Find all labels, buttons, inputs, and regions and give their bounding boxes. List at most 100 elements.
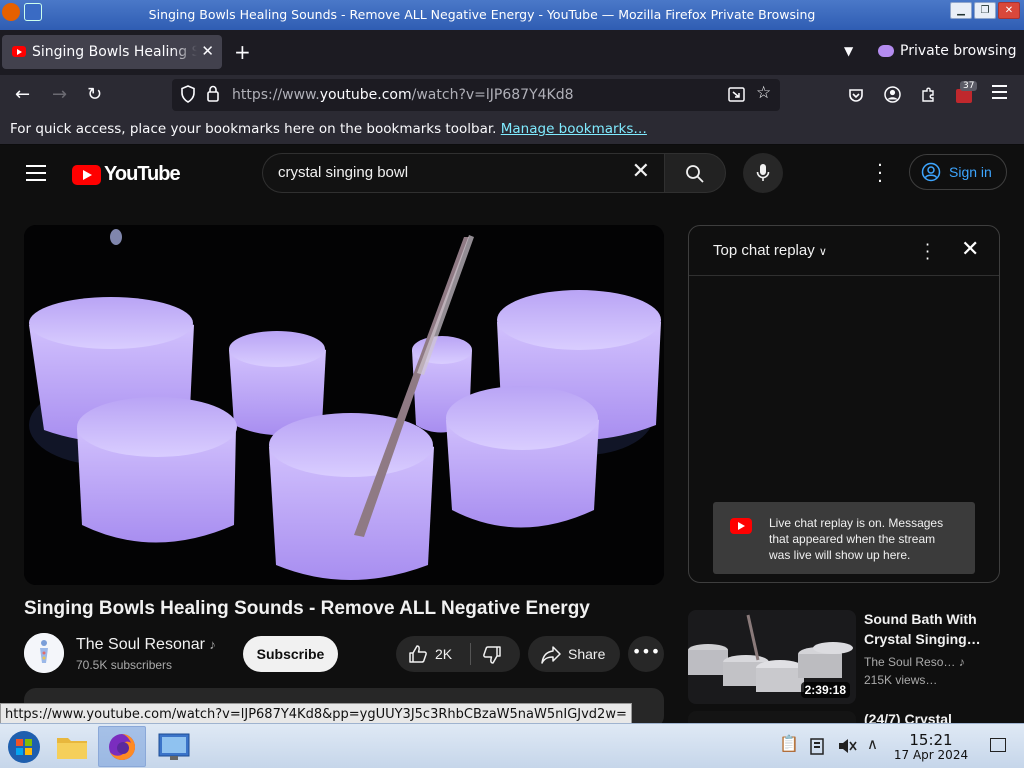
- like-divider: [470, 643, 471, 665]
- link-status-url: https://www.youtube.com/watch?v=lJP687Y4…: [0, 703, 632, 725]
- subscriber-count: 70.5K subscribers: [76, 658, 173, 672]
- thumbs-down-icon[interactable]: [482, 645, 502, 665]
- forward-arrow-icon[interactable]: →: [52, 85, 67, 105]
- bookmarks-empty-message: For quick access, place your bookmarks h…: [10, 121, 647, 137]
- share-arrow-icon: [541, 646, 561, 664]
- tracking-shield-icon[interactable]: [180, 85, 196, 103]
- user-circle-icon: [921, 162, 941, 182]
- tab-close-icon[interactable]: ✕: [201, 42, 214, 60]
- subscribe-button[interactable]: Subscribe: [243, 636, 338, 672]
- share-label: Share: [568, 646, 606, 662]
- private-mask-icon: [878, 45, 894, 57]
- voice-search-button[interactable]: [743, 153, 783, 193]
- show-hidden-icons-chevron-icon[interactable]: ∧: [867, 735, 878, 753]
- youtube-play-logo-icon: [72, 164, 101, 185]
- video-player[interactable]: [24, 225, 664, 585]
- guide-menu-icon[interactable]: [26, 165, 46, 181]
- chat-more-icon[interactable]: · · ·: [925, 237, 930, 267]
- app-menu-hamburger-icon[interactable]: [992, 85, 1007, 99]
- url-bar[interactable]: https://www.youtube.com/watch?v=lJP687Y4…: [172, 79, 780, 111]
- list-all-tabs-chevron-icon[interactable]: ▼: [844, 44, 853, 58]
- manage-bookmarks-link[interactable]: Manage bookmarks…: [501, 121, 647, 137]
- music-note-icon: ♪: [958, 655, 965, 669]
- navigation-toolbar: ← → ↻ https://www.youtube.com/watch?v=lJ…: [0, 75, 1024, 115]
- ublock-extension-icon[interactable]: [956, 89, 972, 103]
- firefox-taskbar-button[interactable]: [98, 726, 146, 767]
- back-arrow-icon[interactable]: ←: [15, 85, 30, 105]
- url-text: https://www.youtube.com/watch?v=lJP687Y4…: [232, 87, 574, 103]
- clear-search-icon[interactable]: ✕: [632, 159, 650, 184]
- chat-header: Top chat replay ∨ · · · ✕: [689, 226, 999, 276]
- windows-start-orb-icon: [8, 731, 40, 763]
- youtube-notice-icon: [730, 518, 752, 534]
- youtube-favicon-icon: [12, 46, 26, 57]
- music-note-icon: ♪: [209, 637, 216, 652]
- thumbs-up-icon[interactable]: [408, 644, 428, 664]
- close-chat-icon[interactable]: ✕: [961, 237, 979, 262]
- clipboard-tray-icon[interactable]: 📋: [779, 734, 799, 753]
- new-tab-plus-icon[interactable]: +: [234, 42, 251, 62]
- chat-notice-text: Live chat replay is on. Messages that ap…: [769, 516, 944, 562]
- channel-avatar[interactable]: [24, 633, 64, 673]
- like-count: 2K: [435, 646, 453, 662]
- firefox-icon: [109, 734, 135, 760]
- like-dislike-group: 2K: [396, 636, 520, 672]
- channel-name[interactable]: The Soul Resonar ♪: [76, 636, 216, 654]
- reload-icon[interactable]: ↻: [87, 85, 102, 105]
- youtube-masthead: YouTube crystal singing bowl ✕ · · · Sig…: [0, 146, 1024, 202]
- search-input[interactable]: crystal singing bowl ✕: [262, 153, 664, 193]
- folder-icon: [57, 738, 87, 759]
- minimize-button[interactable]: ▁: [950, 2, 972, 19]
- private-browsing-label: Private browsing: [900, 43, 1017, 59]
- file-manager-taskbar-button[interactable]: [50, 726, 96, 767]
- account-icon[interactable]: [884, 86, 901, 103]
- chat-replay-notice: Live chat replay is on. Messages that ap…: [713, 502, 975, 574]
- microphone-icon: [756, 164, 770, 181]
- extensions-puzzle-icon[interactable]: [920, 86, 937, 103]
- related-video-thumbnail[interactable]: 2:39:18: [688, 610, 856, 704]
- screen: Singing Bowls Healing Sounds - Remove AL…: [0, 0, 1024, 768]
- pocket-icon[interactable]: [848, 87, 864, 103]
- settings-more-icon[interactable]: · · ·: [872, 157, 888, 191]
- volume-muted-icon[interactable]: [837, 737, 857, 755]
- chevron-down-icon: ∨: [818, 246, 827, 258]
- video-title: Singing Bowls Healing Sounds - Remove AL…: [24, 598, 590, 619]
- tab-bar: Singing Bowls Healing Sounds - Remove AL…: [0, 30, 1024, 75]
- related-video-title[interactable]: Sound Bath With Crystal Singing…: [864, 609, 1014, 649]
- clock-date: 17 Apr 2024: [893, 748, 969, 762]
- window-controls: ▁ ❐ ✕: [950, 2, 1020, 19]
- sign-in-button[interactable]: Sign in: [909, 154, 1007, 190]
- search-query-text: crystal singing bowl: [278, 164, 409, 181]
- battery-device-icon[interactable]: [809, 737, 825, 755]
- padlock-icon[interactable]: [206, 85, 220, 102]
- private-browsing-indicator: Private browsing: [878, 43, 1017, 59]
- share-button[interactable]: Share: [528, 636, 620, 672]
- start-menu-button[interactable]: [2, 726, 48, 767]
- tab-label: Singing Bowls Healing Sounds - Remove AL…: [32, 44, 197, 60]
- tab-youtube-video[interactable]: Singing Bowls Healing Sounds - Remove AL…: [2, 35, 222, 69]
- search-icon: [686, 165, 704, 183]
- chat-mode-dropdown[interactable]: Top chat replay ∨: [713, 242, 827, 259]
- search-button[interactable]: [664, 153, 726, 193]
- os-taskbar: 📋 ∧ 15:21 17 Apr 2024: [0, 723, 1024, 768]
- show-desktop-icon[interactable]: [990, 738, 1006, 752]
- live-chat-panel: Top chat replay ∨ · · · ✕ Live chat replay…: [688, 225, 1000, 583]
- close-window-button[interactable]: ✕: [998, 2, 1020, 19]
- youtube-logo[interactable]: YouTube: [72, 163, 181, 186]
- more-actions-icon[interactable]: •••: [628, 636, 664, 672]
- related-channel-name: The Soul Reso… ♪: [864, 655, 965, 669]
- maximize-button[interactable]: ❐: [974, 2, 996, 19]
- bookmarks-toolbar: For quick access, place your bookmarks h…: [0, 115, 1024, 145]
- bookmark-star-icon[interactable]: ☆: [756, 83, 771, 103]
- window-title: Singing Bowls Healing Sounds - Remove AL…: [148, 7, 816, 22]
- extension-badge-count: 37: [960, 81, 978, 91]
- control-panel-taskbar-button[interactable]: [152, 726, 198, 767]
- video-duration: 2:39:18: [800, 682, 850, 698]
- clock-time: 15:21: [909, 731, 953, 749]
- control-panel-icon: [158, 733, 190, 760]
- video-frame-singing-bowls: [24, 225, 664, 585]
- channel-avatar-figure-icon: [24, 633, 64, 673]
- window-titlebar: Singing Bowls Healing Sounds - Remove AL…: [0, 0, 1024, 30]
- system-clock[interactable]: 15:21 17 Apr 2024: [892, 732, 970, 763]
- picture-in-picture-icon[interactable]: [728, 87, 745, 102]
